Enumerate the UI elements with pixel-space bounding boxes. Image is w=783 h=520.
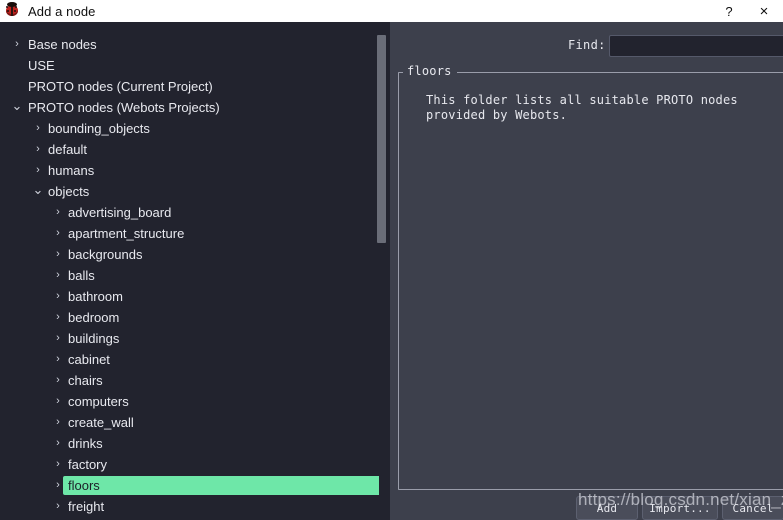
tree-item-computers[interactable]: › computers — [0, 391, 390, 412]
add-node-dialog: Add a node ? × › Base nodes USE PROTO nodes… — [0, 0, 783, 520]
chevron-right-icon[interactable]: › — [51, 454, 65, 475]
chevron-right-icon[interactable]: › — [51, 349, 65, 370]
tree-item-bedroom[interactable]: › bedroom — [0, 307, 390, 328]
tree-item-base-nodes[interactable]: › Base nodes — [0, 34, 390, 55]
tree-item-label: freight — [68, 499, 105, 514]
chevron-right-icon[interactable]: › — [10, 34, 24, 55]
chevron-right-icon[interactable]: › — [51, 307, 65, 328]
tree-item-use[interactable]: USE — [0, 55, 390, 76]
tree-item-label: Base nodes — [28, 37, 97, 52]
tree-item-floors[interactable]: › floors — [0, 475, 390, 496]
tree-item-label: floors — [68, 478, 100, 493]
chevron-right-icon[interactable]: › — [51, 433, 65, 454]
find-label: Find: — [568, 38, 606, 52]
tree-item-label: PROTO nodes (Current Project) — [28, 79, 213, 94]
tree-item-label: objects — [48, 184, 90, 199]
tree-item-bathroom[interactable]: › bathroom — [0, 286, 390, 307]
import-button[interactable]: Import... — [642, 496, 718, 520]
chevron-right-icon[interactable]: › — [51, 265, 65, 286]
chevron-right-icon[interactable]: › — [31, 139, 45, 160]
tree-item-chairs[interactable]: › chairs — [0, 370, 390, 391]
tree-scrollbar-thumb[interactable] — [377, 35, 386, 243]
chevron-right-icon[interactable]: › — [51, 202, 65, 223]
tree-item-selection-highlight — [63, 476, 382, 495]
cancel-button[interactable]: Cancel — [722, 496, 783, 520]
tree-item-humans[interactable]: › humans — [0, 160, 390, 181]
tree-item-label: default — [48, 142, 88, 157]
chevron-right-icon[interactable]: › — [51, 496, 65, 517]
tree-item-factory[interactable]: › factory — [0, 454, 390, 475]
title-bar: Add a node ? × — [0, 0, 783, 22]
tree-item-label: factory — [68, 457, 108, 472]
chevron-right-icon[interactable]: › — [51, 244, 65, 265]
tree-item-freight[interactable]: › freight — [0, 496, 390, 517]
tree-item-label: balls — [68, 268, 95, 283]
tree-item-advertising-board[interactable]: › advertising_board — [0, 202, 390, 223]
details-groupbox: floors This folder lists all suitable PR… — [398, 64, 783, 490]
tree-item-label: bathroom — [68, 289, 123, 304]
tree-item-label: humans — [48, 163, 95, 178]
webots-bug-icon — [2, 0, 24, 22]
tree-item-create-wall[interactable]: › create_wall — [0, 412, 390, 433]
tree-item-cabinet[interactable]: › cabinet — [0, 349, 390, 370]
node-tree-panel[interactable]: › Base nodes USE PROTO nodes (Current Proje… — [0, 22, 390, 520]
chevron-right-icon[interactable]: › — [51, 475, 65, 496]
chevron-right-icon[interactable]: › — [51, 412, 65, 433]
tree-item-label: apartment_structure — [68, 226, 185, 241]
chevron-right-icon[interactable]: › — [51, 328, 65, 349]
tree-item-label: buildings — [68, 331, 120, 346]
chevron-right-icon[interactable]: › — [31, 118, 45, 139]
details-panel: Find: floors This folder lists all suita… — [390, 22, 783, 520]
dialog-button-row: Add Import... Cancel — [390, 496, 783, 520]
tree-item-label: computers — [68, 394, 129, 409]
tree-scrollbar-track[interactable] — [377, 22, 388, 520]
window-title: Add a node — [28, 3, 96, 19]
tree-item-label: cabinet — [68, 352, 110, 367]
tree-item-backgrounds[interactable]: › backgrounds — [0, 244, 390, 265]
add-button[interactable]: Add — [576, 496, 638, 520]
tree-item-apartment-structure[interactable]: › apartment_structure — [0, 223, 390, 244]
tree-item-objects[interactable]: ⌄ objects — [0, 181, 390, 202]
chevron-down-icon[interactable]: ⌄ — [31, 179, 45, 200]
node-tree[interactable]: › Base nodes USE PROTO nodes (Current Proje… — [0, 34, 390, 517]
tree-item-label: chairs — [68, 373, 103, 388]
tree-item-balls[interactable]: › balls — [0, 265, 390, 286]
tree-item-proto-nodes-current-project[interactable]: PROTO nodes (Current Project) — [0, 76, 390, 97]
chevron-right-icon[interactable]: › — [51, 286, 65, 307]
tree-item-label: drinks — [68, 436, 103, 451]
tree-item-label: bedroom — [68, 310, 120, 325]
chevron-right-icon[interactable]: › — [51, 370, 65, 391]
chevron-down-icon[interactable]: ⌄ — [10, 95, 24, 116]
details-group-title: floors — [403, 64, 457, 78]
tree-item-label: create_wall — [68, 415, 134, 430]
find-input[interactable] — [609, 35, 783, 57]
chevron-right-icon[interactable]: › — [51, 223, 65, 244]
tree-item-proto-nodes-webots-projects[interactable]: ⌄ PROTO nodes (Webots Projects) — [0, 97, 390, 118]
tree-item-default[interactable]: › default — [0, 139, 390, 160]
tree-item-buildings[interactable]: › buildings — [0, 328, 390, 349]
close-icon[interactable]: × — [745, 0, 783, 22]
tree-item-label: PROTO nodes (Webots Projects) — [28, 100, 220, 115]
tree-item-label: bounding_objects — [48, 121, 150, 136]
details-description: This folder lists all suitable PROTO nod… — [426, 93, 738, 122]
tree-item-label: advertising_board — [68, 205, 172, 220]
tree-item-label: backgrounds — [68, 247, 143, 262]
tree-item-label: USE — [28, 58, 55, 73]
tree-item-drinks[interactable]: › drinks — [0, 433, 390, 454]
find-row: Find: — [390, 35, 783, 58]
chevron-right-icon[interactable]: › — [51, 391, 65, 412]
tree-item-bounding-objects[interactable]: › bounding_objects — [0, 118, 390, 139]
help-icon[interactable]: ? — [713, 0, 745, 22]
